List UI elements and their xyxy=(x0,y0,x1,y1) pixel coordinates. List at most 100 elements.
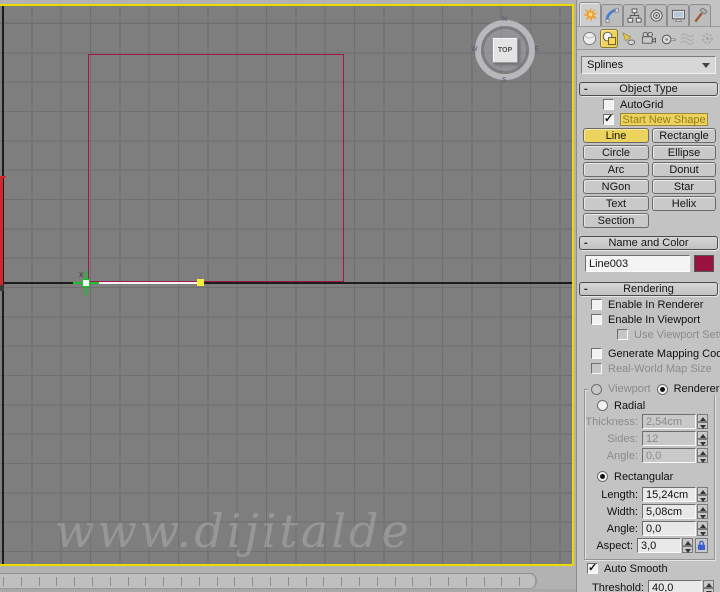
threshold-row: Threshold: 40,0 xyxy=(577,580,714,592)
threshold-input[interactable]: 40,0 xyxy=(648,580,702,592)
real-world-checkbox xyxy=(591,363,602,374)
arc-button[interactable]: Arc xyxy=(583,162,649,177)
line-button[interactable]: Line xyxy=(583,128,649,143)
trackbar-tick xyxy=(465,577,467,586)
top-viewport-canvas[interactable]: x TOP N S W E xyxy=(0,4,574,566)
shapes-icon xyxy=(602,31,616,45)
object-name-input[interactable]: Line003 xyxy=(585,255,690,272)
collapse-icon: - xyxy=(584,83,588,95)
angle-rect-spinner[interactable] xyxy=(697,521,708,536)
renderer-radio-row: Renderer xyxy=(653,383,720,395)
compass-west[interactable]: W xyxy=(471,46,478,53)
autogrid-checkbox[interactable] xyxy=(603,99,614,110)
tab-utilities[interactable] xyxy=(689,4,711,26)
viewcube[interactable]: TOP N S W E xyxy=(471,16,539,84)
category-helpers[interactable] xyxy=(659,29,678,48)
aspect-input[interactable]: 3,0 xyxy=(637,538,681,553)
lock-icon xyxy=(697,540,706,550)
tab-motion[interactable] xyxy=(645,4,667,26)
enable-renderer-row: Enable In Renderer xyxy=(591,298,720,311)
auto-smooth-checkbox[interactable] xyxy=(587,561,598,574)
ellipse-button[interactable]: Ellipse xyxy=(652,145,716,160)
category-systems[interactable] xyxy=(698,29,717,48)
renderer-radio[interactable] xyxy=(656,383,668,395)
star-button[interactable]: Star xyxy=(652,179,716,194)
snap-point-marker xyxy=(82,279,90,287)
trackbar-tick xyxy=(181,577,182,586)
trackbar-tick xyxy=(341,577,343,586)
trackbar-tick xyxy=(109,577,111,586)
enable-renderer-checkbox[interactable] xyxy=(591,299,602,310)
viewport-radio-row: Viewport xyxy=(588,383,654,395)
angle-rect-row: Angle: 0,0 xyxy=(585,521,708,536)
tab-hierarchy[interactable] xyxy=(623,4,645,26)
sides-row: Sides: 12 xyxy=(585,431,708,446)
aspect-lock-button[interactable] xyxy=(695,538,708,553)
tab-display[interactable] xyxy=(667,4,689,26)
tab-modify[interactable] xyxy=(601,4,623,26)
lights-icon xyxy=(622,31,636,45)
category-geometry[interactable] xyxy=(580,29,599,48)
command-panel-tabs xyxy=(577,0,720,27)
width-input[interactable]: 5,08cm xyxy=(642,504,696,519)
generate-mapping-checkbox[interactable] xyxy=(591,348,602,359)
compass-south[interactable]: S xyxy=(502,77,507,84)
trackbar-tick xyxy=(3,577,4,586)
use-viewport-settings-row: Use Viewport Settings xyxy=(617,328,720,341)
category-spacewarps[interactable] xyxy=(679,29,698,48)
category-shapes[interactable] xyxy=(599,28,619,48)
length-spinner[interactable] xyxy=(697,487,708,502)
category-lights[interactable] xyxy=(619,29,638,48)
hierarchy-icon xyxy=(626,8,642,23)
length-input[interactable]: 15,24cm xyxy=(642,487,696,502)
trackbar-tick xyxy=(448,577,449,586)
threshold-spinner[interactable] xyxy=(703,580,714,592)
rollout-rendering[interactable]: - Rendering xyxy=(579,282,718,296)
enable-viewport-row: Enable In Viewport xyxy=(591,313,720,326)
trackbar-tick xyxy=(430,577,432,586)
rectangle-button[interactable]: Rectangle xyxy=(652,128,716,143)
text-button[interactable]: Text xyxy=(583,196,649,211)
trackbar-tick xyxy=(92,577,93,586)
viewcube-top-face[interactable]: TOP xyxy=(492,37,518,63)
ngon-button[interactable]: NGon xyxy=(583,179,649,194)
time-slider-trackbar[interactable] xyxy=(0,573,537,589)
use-viewport-settings-checkbox xyxy=(617,329,628,340)
real-world-row: Real-World Map Size xyxy=(591,362,720,375)
tab-create[interactable] xyxy=(579,2,601,26)
rectangular-radio[interactable] xyxy=(597,471,608,482)
enable-viewport-checkbox[interactable] xyxy=(591,314,602,325)
autogrid-row: AutoGrid xyxy=(603,98,720,111)
spacewarps-icon xyxy=(681,32,695,45)
auto-smooth-row: Auto Smooth xyxy=(587,561,720,575)
rollout-name-and-color[interactable]: - Name and Color xyxy=(579,236,718,250)
line-in-progress xyxy=(86,282,201,284)
width-spinner[interactable] xyxy=(697,504,708,519)
radial-radio[interactable] xyxy=(597,400,608,411)
aspect-spinner[interactable] xyxy=(682,538,693,553)
viewport-radio xyxy=(591,383,602,395)
object-color-swatch[interactable] xyxy=(694,255,714,272)
angle-rect-input[interactable]: 0,0 xyxy=(642,521,696,536)
line-first-vertex xyxy=(197,279,204,286)
rollout-object-type[interactable]: - Object Type xyxy=(579,82,718,96)
circle-button[interactable]: Circle xyxy=(583,145,649,160)
trackbar-tick xyxy=(163,577,165,586)
compass-east[interactable]: E xyxy=(534,46,539,53)
utilities-icon xyxy=(693,8,707,23)
donut-button[interactable]: Donut xyxy=(652,162,716,177)
renderer-parameters-group: Viewport Renderer Radial Thickness: 2,54… xyxy=(584,383,720,560)
category-cameras[interactable] xyxy=(639,29,658,48)
geometry-icon xyxy=(582,31,596,45)
section-button[interactable]: Section xyxy=(583,213,649,228)
trackbar-tick xyxy=(287,577,289,586)
generate-mapping-row: Generate Mapping Coords. xyxy=(591,347,720,360)
red-line-shape[interactable] xyxy=(0,178,3,286)
helix-button[interactable]: Helix xyxy=(652,196,716,211)
start-new-shape-button[interactable]: Start New Shape xyxy=(620,113,708,126)
start-new-shape-checkbox[interactable] xyxy=(603,112,614,125)
spline-type-dropdown[interactable]: Splines xyxy=(581,56,716,74)
rectangle-shape[interactable] xyxy=(88,54,344,282)
compass-north[interactable]: N xyxy=(502,16,507,23)
helpers-icon xyxy=(661,34,676,44)
